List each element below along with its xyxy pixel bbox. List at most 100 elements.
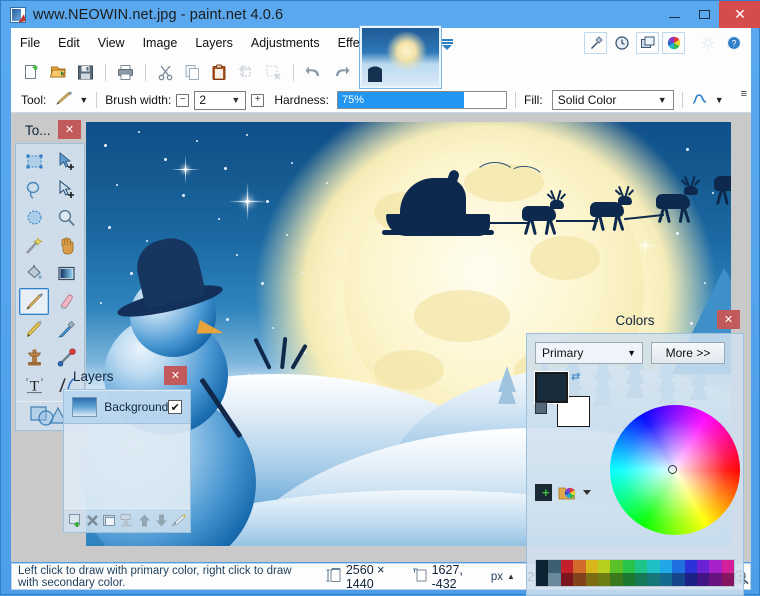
palette-swatch[interactable] <box>659 560 673 573</box>
palette-swatch[interactable] <box>610 560 623 573</box>
move-selected-tool[interactable] <box>51 148 81 175</box>
primary-color-swatch[interactable] <box>534 371 569 404</box>
colors-panel-close-button[interactable]: ✕ <box>717 310 740 329</box>
cut-icon[interactable] <box>153 60 178 85</box>
palette-swatch[interactable] <box>696 573 710 586</box>
palette-swatch[interactable] <box>696 560 710 573</box>
move-selection-tool[interactable] <box>51 176 81 203</box>
redo-icon[interactable] <box>328 60 353 85</box>
paintbrush-tool-icon[interactable] <box>55 91 75 109</box>
ellipse-select-tool[interactable] <box>19 204 49 231</box>
move-layer-down-button[interactable] <box>153 511 169 530</box>
menu-image[interactable]: Image <box>134 32 187 54</box>
add-color-swatch-button[interactable] <box>535 484 552 501</box>
chevron-down-icon[interactable]: ▼ <box>231 95 240 105</box>
delete-layer-button[interactable] <box>84 511 100 530</box>
paintbrush-tool[interactable] <box>19 288 49 315</box>
minimize-button[interactable] <box>659 1 689 28</box>
print-icon[interactable] <box>113 60 138 85</box>
history-window-icon[interactable] <box>610 32 633 54</box>
image-thumbnail-tab[interactable] <box>359 25 442 89</box>
settings-gear-icon[interactable] <box>696 32 719 54</box>
palette-swatch[interactable] <box>709 573 722 586</box>
menu-edit[interactable]: Edit <box>49 32 89 54</box>
color-picker-tool[interactable] <box>51 316 81 343</box>
palette-swatch[interactable] <box>684 560 697 573</box>
thumbnail-list-expander[interactable] <box>442 38 454 60</box>
menu-view[interactable]: View <box>89 32 134 54</box>
crop-to-selection-icon[interactable] <box>234 60 259 85</box>
palette-swatch[interactable] <box>672 560 685 573</box>
palette-swatch[interactable] <box>536 573 549 586</box>
more-button[interactable]: More >> <box>651 342 725 364</box>
palette-swatch[interactable] <box>721 560 734 573</box>
palette-swatch[interactable] <box>560 573 574 586</box>
palette-swatch[interactable] <box>647 560 660 573</box>
layer-row[interactable]: Background ✔ <box>64 390 190 424</box>
chevron-down-icon[interactable]: ▼ <box>627 348 636 358</box>
reset-colors-icon[interactable] <box>535 402 547 414</box>
palette-swatch[interactable] <box>536 560 549 573</box>
zoom-tool[interactable] <box>51 204 81 231</box>
layers-panel-close-button[interactable]: ✕ <box>164 366 187 385</box>
tool-dropdown-caret[interactable]: ▼ <box>79 95 88 105</box>
color-mode-select[interactable]: Primary ▼ <box>535 342 643 364</box>
palette-swatch[interactable] <box>585 573 598 586</box>
open-icon[interactable] <box>46 60 71 85</box>
menu-layers[interactable]: Layers <box>186 32 242 54</box>
paste-icon[interactable] <box>207 60 232 85</box>
text-tool[interactable]: T <box>19 372 49 399</box>
pencil-tool[interactable] <box>19 316 49 343</box>
tools-window-icon[interactable] <box>584 32 607 54</box>
pan-tool[interactable] <box>51 232 81 259</box>
layer-properties-button[interactable] <box>170 511 187 530</box>
color-wheel-cursor[interactable] <box>668 465 677 474</box>
palette-swatch[interactable] <box>721 573 734 586</box>
antialiasing-dropdown-caret[interactable]: ▼ <box>715 95 724 105</box>
palette-swatch[interactable] <box>647 573 660 586</box>
magic-wand-tool[interactable] <box>19 232 49 259</box>
toolbar-overflow-button[interactable]: ≡ <box>741 89 747 100</box>
brush-width-increase-button[interactable]: + <box>251 93 265 107</box>
palette-swatch[interactable] <box>610 573 623 586</box>
palette-swatch[interactable] <box>560 560 574 573</box>
merge-layer-down-button[interactable] <box>119 511 135 530</box>
gradient-tool[interactable] <box>51 260 81 287</box>
swap-colors-icon[interactable]: ⇄ <box>571 370 580 383</box>
paint-bucket-tool[interactable] <box>19 260 49 287</box>
palette-menu-button[interactable] <box>558 484 577 501</box>
duplicate-layer-button[interactable] <box>102 511 118 530</box>
palette-swatch[interactable] <box>622 560 635 573</box>
palette-swatch[interactable] <box>548 573 561 586</box>
undo-icon[interactable] <box>301 60 326 85</box>
color-palette[interactable] <box>535 559 735 587</box>
help-icon[interactable]: ? <box>722 32 745 54</box>
maximize-button[interactable] <box>689 1 719 28</box>
palette-swatch[interactable] <box>597 560 611 573</box>
rectangle-select-tool[interactable] <box>19 148 49 175</box>
palette-swatch[interactable] <box>672 573 685 586</box>
palette-swatch[interactable] <box>597 573 611 586</box>
chevron-down-icon[interactable]: ▼ <box>658 95 667 105</box>
eraser-tool[interactable] <box>51 288 81 315</box>
units-group[interactable]: px ▲ <box>491 571 515 583</box>
deselect-icon[interactable] <box>261 60 286 85</box>
units-caret-icon[interactable]: ▲ <box>507 572 515 581</box>
brush-width-input[interactable]: 2 ▼ <box>194 90 247 110</box>
add-layer-button[interactable] <box>67 511 83 530</box>
close-button[interactable]: ✕ <box>719 1 760 28</box>
brush-width-decrease-button[interactable]: − <box>176 93 190 107</box>
save-icon[interactable] <box>73 60 98 85</box>
move-layer-up-button[interactable] <box>136 511 152 530</box>
palette-swatch[interactable] <box>684 573 697 586</box>
palette-swatch[interactable] <box>635 573 648 586</box>
layers-list[interactable]: Background ✔ <box>64 390 190 508</box>
palette-swatch[interactable] <box>659 573 673 586</box>
clone-stamp-tool[interactable] <box>19 344 49 371</box>
palette-swatch[interactable] <box>622 573 635 586</box>
copy-icon[interactable] <box>180 60 205 85</box>
antialiasing-icon[interactable] <box>691 91 711 109</box>
menu-file[interactable]: File <box>11 32 49 54</box>
colors-window-icon[interactable] <box>662 32 685 54</box>
layer-visibility-checkbox[interactable]: ✔ <box>168 400 182 414</box>
